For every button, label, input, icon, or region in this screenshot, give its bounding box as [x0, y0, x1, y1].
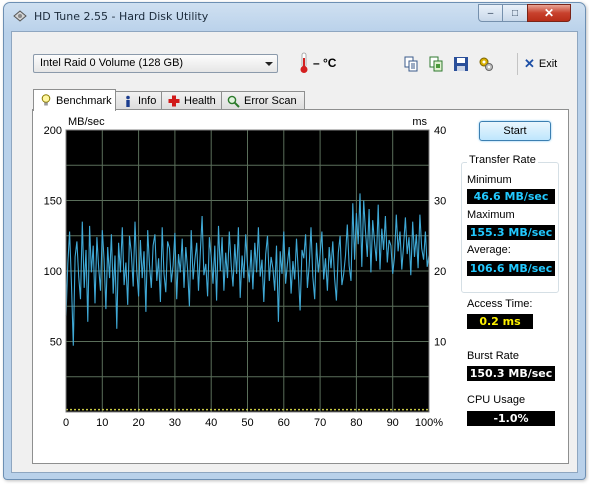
x-tick-label: 80 [350, 417, 362, 429]
y-right-tick-label: 10 [434, 337, 446, 349]
transfer-rate-title: Transfer Rate [467, 154, 538, 166]
x-tick-label: 10 [96, 417, 108, 429]
y-left-axis-label: MB/sec [68, 116, 105, 128]
chevron-down-icon [265, 62, 273, 66]
close-button[interactable]: ✕ [527, 4, 571, 22]
x-tick-label: 0 [63, 417, 69, 429]
info-icon [121, 95, 134, 108]
tab-info-label: Info [138, 95, 157, 107]
average-label: Average: [467, 244, 511, 256]
y-right-tick-label: 30 [434, 196, 446, 208]
burst-rate-label: Burst Rate [467, 350, 519, 362]
x-tick-label: 100% [415, 417, 443, 429]
drive-select-value: Intel Raid 0 Volume (128 GB) [40, 57, 184, 69]
temperature-readout: – °C [313, 56, 337, 70]
y-right-tick-label: 20 [434, 266, 446, 278]
y-left-tick-label: 150 [44, 196, 62, 208]
cpu-usage-value: -1.0% [467, 411, 555, 426]
copy-text-icon [404, 56, 418, 72]
copy-screenshot-icon [429, 56, 443, 72]
x-tick-label: 50 [241, 417, 253, 429]
burst-rate-value: 150.3 MB/sec [467, 366, 555, 381]
minimize-button[interactable]: – [478, 4, 503, 22]
average-value: 106.6 MB/sec [467, 261, 555, 276]
hdd-app-icon [13, 10, 27, 22]
drive-select[interactable]: Intel Raid 0 Volume (128 GB) [33, 54, 278, 73]
access-time-value: 0.2 ms [467, 314, 533, 329]
minimize-icon: – [487, 7, 494, 19]
access-time-label: Access Time: [467, 298, 533, 310]
tab-benchmark-label: Benchmark [56, 94, 112, 107]
minimum-label: Minimum [467, 174, 512, 186]
copy-screenshot-button[interactable] [426, 54, 446, 74]
maximum-label: Maximum [467, 209, 515, 221]
x-tick-label: 60 [278, 417, 290, 429]
close-icon: ✕ [543, 6, 555, 20]
x-tick-label: 20 [132, 417, 144, 429]
maximum-value: 155.3 MB/sec [467, 225, 555, 240]
minimum-value: 46.6 MB/sec [467, 189, 555, 204]
window-title: HD Tune 2.55 - Hard Disk Utility [34, 10, 209, 23]
health-cross-icon [167, 95, 180, 108]
x-tick-label: 90 [387, 417, 399, 429]
tab-health[interactable]: Health [161, 91, 222, 110]
exit-label: Exit [538, 58, 558, 70]
exit-button[interactable]: ✕ Exit [524, 55, 557, 73]
tab-benchmark[interactable]: Benchmark [33, 89, 116, 111]
transfer-rate-chart: 0 10 20 30 40 50 60 70 80 90 100% 200 150 100 50 40 30 20… [44, 116, 447, 429]
start-button[interactable]: Start [479, 121, 551, 141]
cpu-usage-label: CPU Usage [467, 394, 526, 406]
client-area: Intel Raid 0 Volume (128 GB) – °C ✕ Exit… [11, 31, 578, 473]
toolbar-separator [517, 53, 518, 75]
y-left-tick-label: 200 [44, 125, 62, 137]
lightbulb-icon [39, 94, 52, 107]
copy-text-button[interactable] [401, 54, 421, 74]
exit-icon: ✕ [524, 56, 535, 71]
tab-error-scan-label: Error Scan [244, 95, 297, 107]
maximize-icon: □ [511, 7, 519, 19]
x-tick-label: 30 [169, 417, 181, 429]
save-button[interactable] [451, 54, 471, 74]
title-bar[interactable]: HD Tune 2.55 - Hard Disk Utility – □ ✕ [4, 3, 585, 31]
x-tick-label: 40 [205, 417, 217, 429]
magnifier-icon [227, 95, 240, 108]
save-icon [454, 57, 468, 71]
x-tick-label: 70 [314, 417, 326, 429]
tab-info[interactable]: Info [115, 91, 162, 110]
y-left-tick-label: 50 [50, 337, 62, 349]
y-right-tick-label: 40 [434, 125, 446, 137]
tab-health-label: Health [184, 95, 216, 107]
y-right-axis-label: ms [412, 116, 427, 128]
benchmark-panel: 0 10 20 30 40 50 60 70 80 90 100% 200 150 100 50 40 30 20… [32, 109, 569, 464]
tab-error-scan[interactable]: Error Scan [221, 91, 305, 110]
options-button[interactable] [476, 54, 496, 74]
options-icon [479, 57, 493, 71]
y-left-tick-label: 100 [44, 266, 62, 278]
thermometer-icon [300, 52, 308, 73]
maximize-button[interactable]: □ [502, 4, 528, 22]
app-window: HD Tune 2.55 - Hard Disk Utility – □ ✕ I… [3, 2, 586, 480]
